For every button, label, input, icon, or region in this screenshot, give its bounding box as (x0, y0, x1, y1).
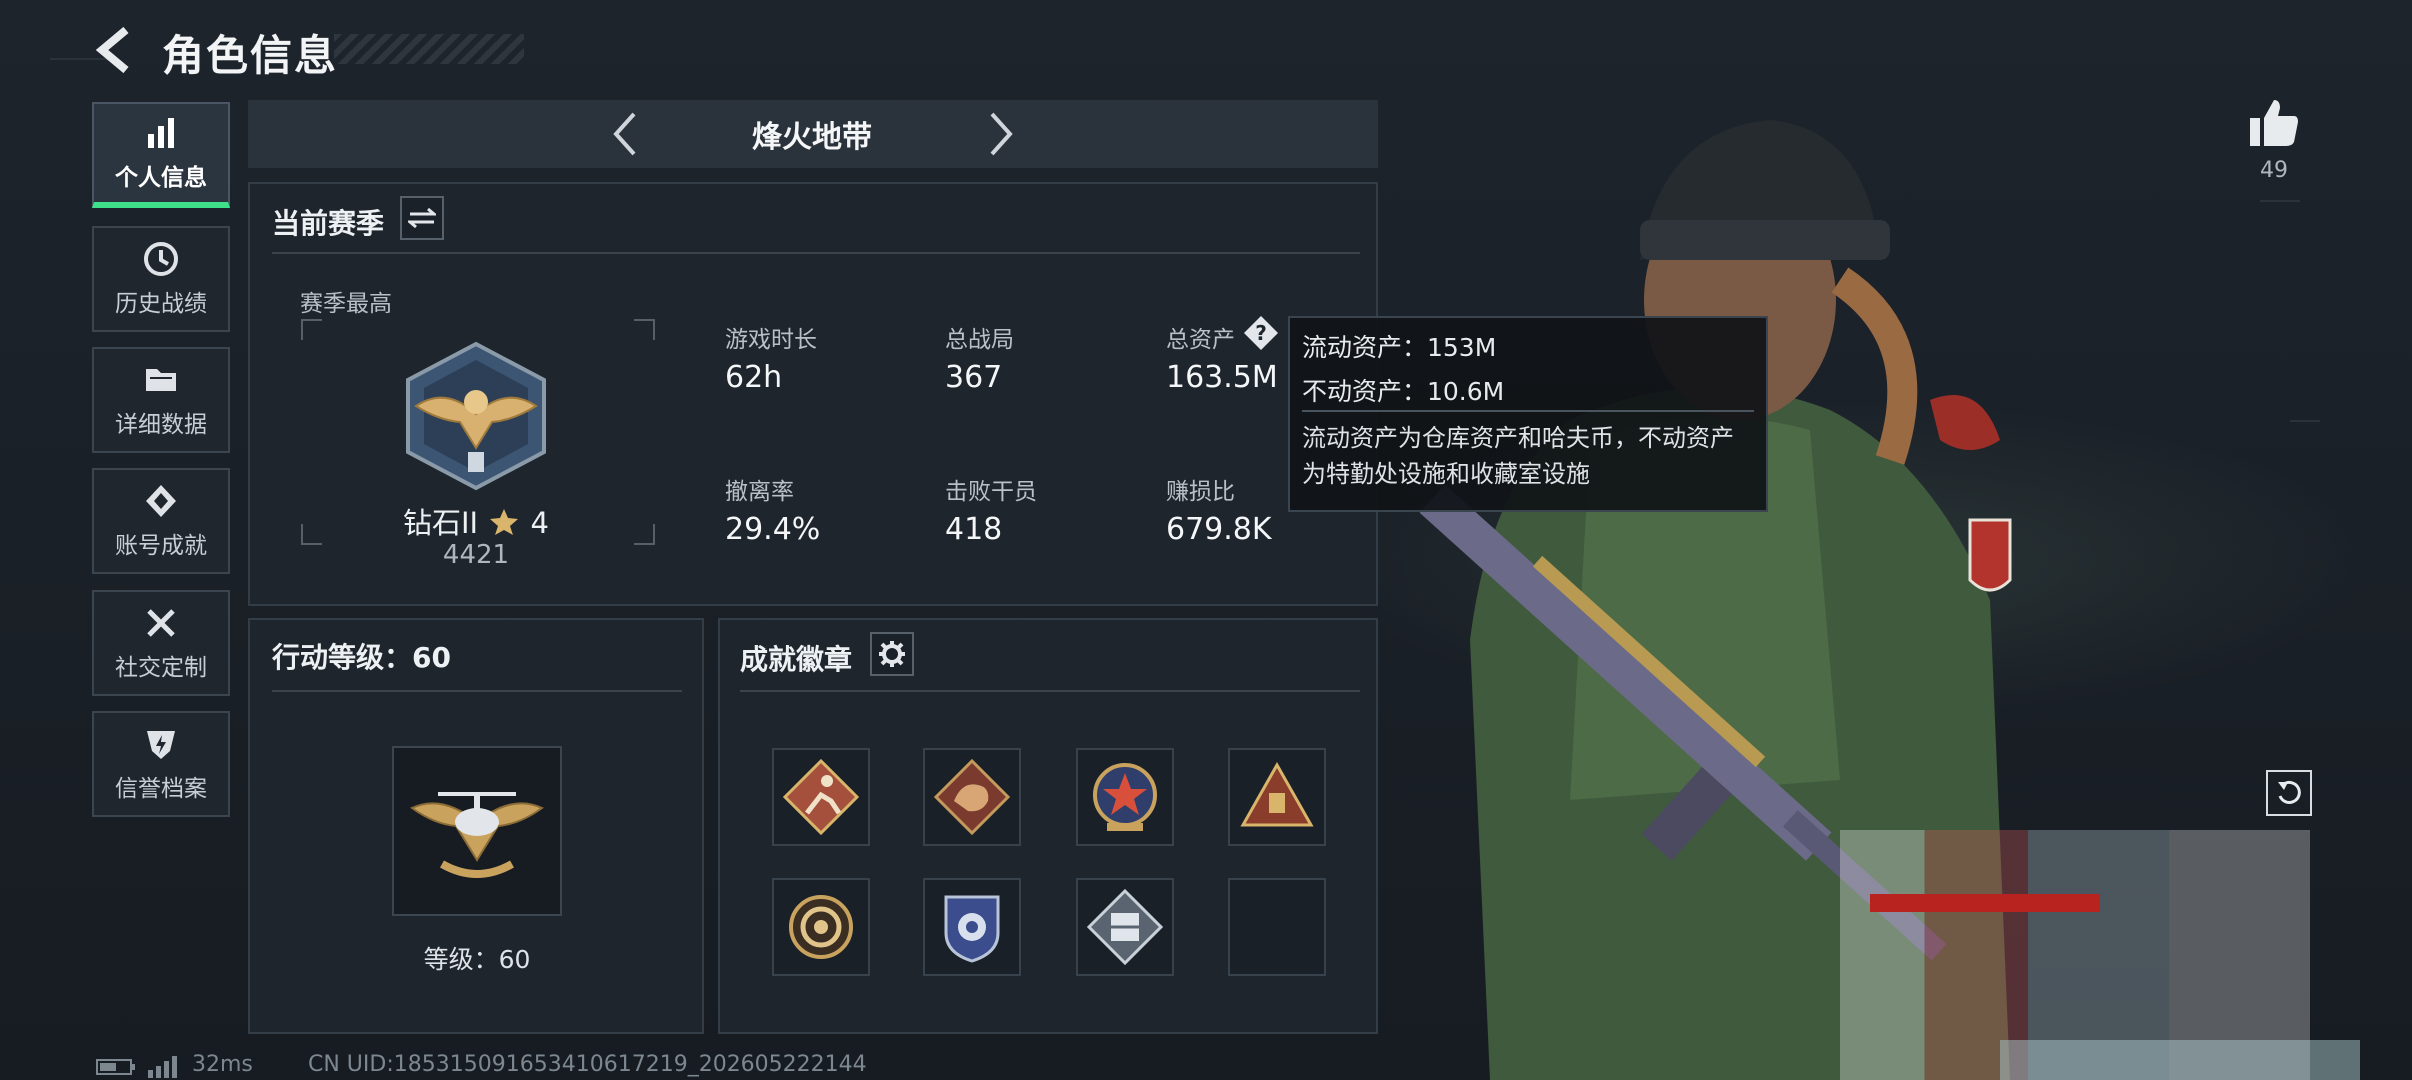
sidebar-item-profile[interactable]: 个人信息 (92, 102, 230, 208)
divider (740, 690, 1360, 692)
tooltip-desc-1: 流动资产为仓库资产和哈夫币，不动资产 (1302, 424, 1734, 452)
rank-emblem-icon (406, 341, 546, 491)
stat-label: 游戏时长 (725, 327, 817, 353)
swap-season-button[interactable] (400, 196, 444, 240)
stat-value: 29.4% (725, 512, 821, 547)
stat-value: 62h (725, 360, 783, 395)
badge-slot-empty[interactable] (1228, 878, 1326, 976)
tooltip-liquid: 流动资产：153M (1302, 333, 1497, 362)
swap-icon (408, 207, 436, 229)
badges-title: 成就徽章 (740, 643, 853, 676)
shield-badge-icon (944, 895, 1000, 963)
sidebar-item-label: 详细数据 (115, 412, 207, 438)
stat-label: 击败干员 (945, 479, 1037, 505)
gear-icon (879, 641, 905, 667)
stat-label: 总战局 (945, 327, 1014, 353)
sidebar-item-label: 个人信息 (115, 165, 207, 191)
thumbs-up-icon[interactable] (2248, 98, 2300, 148)
shield-icon (147, 731, 175, 759)
helicopter-emblem-icon (410, 792, 544, 878)
badge-slot[interactable] (1228, 748, 1326, 846)
chevron-right-icon[interactable] (986, 110, 1016, 158)
tooltip-divider (1302, 410, 1754, 412)
star-medal-badge-icon (1093, 763, 1157, 831)
blurred-block (2000, 1040, 2360, 1080)
history-icon (144, 242, 178, 276)
stat-value: 367 (945, 360, 1003, 395)
season-title: 当前赛季 (272, 207, 385, 240)
achievement-icon (146, 485, 176, 517)
divider (272, 690, 682, 692)
tools-icon (147, 609, 175, 637)
tooltip-desc-2: 为特勤处设施和收藏室设施 (1302, 460, 1590, 488)
action-level-title: 行动等级：60 (272, 641, 451, 674)
sidebar-item-label: 账号成就 (115, 533, 207, 559)
sidebar-item-history[interactable]: 历史战绩 (92, 226, 230, 332)
rank-points: 4421 (442, 540, 510, 570)
svg-text:?: ? (1255, 321, 1267, 345)
decor-line (2260, 200, 2300, 202)
badge-slot[interactable] (1076, 878, 1174, 976)
back-arrow-icon[interactable] (92, 24, 136, 76)
badge-slot[interactable] (923, 878, 1021, 976)
bar-chart-icon (148, 118, 174, 148)
rotate-icon (2278, 780, 2301, 804)
tooltip-fixed: 不动资产：10.6M (1302, 377, 1505, 406)
sidebar-item-details[interactable]: 详细数据 (92, 347, 230, 453)
badge-settings-button[interactable] (870, 632, 914, 676)
runner-badge-icon (782, 758, 860, 836)
uid-text: CN UID:185315091653410617219_20260522214… (308, 1052, 867, 1077)
badge-slot[interactable] (772, 748, 870, 846)
chevron-left-icon[interactable] (610, 110, 640, 158)
badge-slot[interactable] (923, 748, 1021, 846)
sidebar-item-reputation[interactable]: 信誉档案 (92, 711, 230, 817)
rank-line: 钻石II 4 (356, 500, 596, 542)
pyramid-badge-icon (1240, 761, 1314, 827)
page-title: 角色信息 (162, 31, 339, 80)
sidebar-item-social[interactable]: 社交定制 (92, 590, 230, 696)
rotate-view-button[interactable] (2266, 770, 2312, 816)
title-decoration (334, 34, 524, 64)
stat-value: 679.8K (1166, 512, 1272, 547)
rank-name: 钻石II (403, 506, 479, 540)
crate-badge-icon (1086, 888, 1164, 966)
help-icon[interactable]: ? (1242, 314, 1280, 352)
badge-slot[interactable] (772, 878, 870, 976)
stat-label: 赚损比 (1166, 479, 1235, 505)
stat-label: 撤离率 (725, 479, 794, 505)
sidebar-item-label: 信誉档案 (115, 776, 207, 802)
like-count: 49 (2260, 158, 2288, 183)
dragon-badge-icon (933, 758, 1011, 836)
sidebar-item-achievements[interactable]: 账号成就 (92, 468, 230, 574)
coin-badge-icon (789, 895, 853, 959)
sidebar-item-label: 社交定制 (115, 655, 207, 681)
stat-label: 总资产 (1166, 327, 1235, 353)
battery-icon (96, 1059, 135, 1075)
stat-value: 418 (945, 512, 1003, 547)
star-icon (490, 509, 519, 535)
season-best-label: 赛季最高 (300, 291, 392, 317)
rank-stars: 4 (530, 506, 549, 540)
sidebar-item-label: 历史战绩 (115, 291, 207, 317)
divider (272, 252, 1360, 254)
nameplate-bar (1870, 894, 2100, 912)
stat-value: 163.5M (1166, 360, 1278, 395)
level-text: 等级：60 (423, 945, 531, 974)
decor-line (2290, 420, 2320, 422)
ping-text: 32ms (192, 1052, 253, 1077)
badge-slot[interactable] (1076, 748, 1174, 846)
folder-icon (146, 369, 176, 391)
signal-icon (148, 1056, 177, 1078)
mode-title: 烽火地带 (752, 120, 872, 155)
